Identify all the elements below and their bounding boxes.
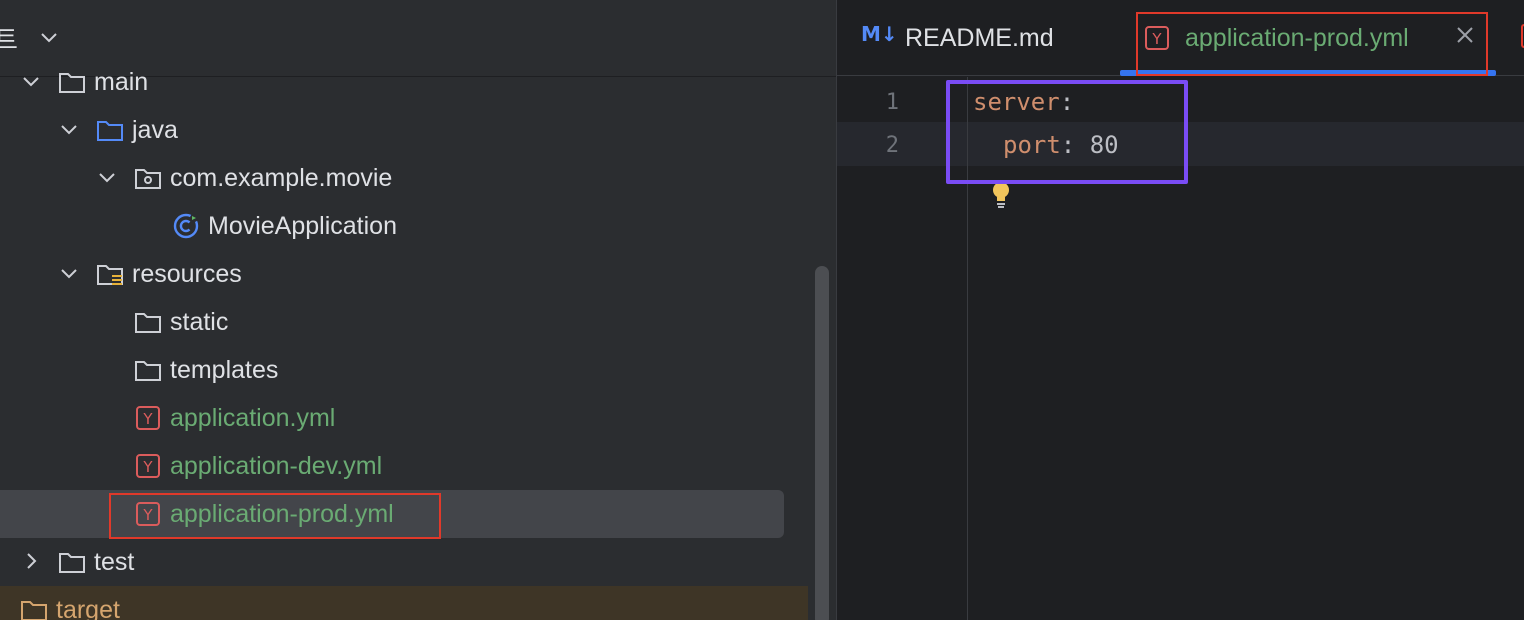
annotation-red-box [1136,12,1488,76]
tree-item-java[interactable]: java [0,106,810,154]
tree-item-application-yml[interactable]: Y application.yml [0,394,810,442]
yaml-file-icon: Y [134,452,162,480]
spring-boot-class-icon [172,212,200,240]
yaml-file-icon: Y [134,404,162,432]
svg-text:Y: Y [142,410,153,428]
tree-item-templates[interactable]: templates [0,346,810,394]
tree-item-label: java [132,116,178,144]
chevron-down-icon[interactable] [58,262,80,289]
tree-item-test[interactable]: test [0,538,810,586]
chevron-down-icon[interactable] [96,166,118,193]
tree-item-label: com.example.movie [170,164,393,192]
tree-item-target[interactable]: target [0,586,810,620]
vertical-scrollbar[interactable] [815,266,829,620]
tree-item-label: target [56,596,120,620]
chevron-down-icon[interactable] [58,118,80,145]
module-folder-icon [58,68,86,96]
tree-item-package[interactable]: com.example.movie [0,154,810,202]
chevron-down-icon[interactable] [38,26,60,53]
folder-icon [58,548,86,576]
tree-item-label: application.yml [170,404,336,432]
package-icon [134,164,162,192]
chevron-right-icon[interactable] [20,550,42,577]
project-panel-title: 트 [0,25,18,55]
annotation-red-box [109,493,441,539]
svg-text:Y: Y [142,458,153,476]
tree-item-label: resources [132,260,242,288]
tree-item-label: MovieApplication [208,212,397,240]
tab-label: README.md [905,24,1054,52]
tree-item-label: templates [170,356,279,384]
tree-item-label: main [94,68,149,96]
tree-item-movie-application[interactable]: MovieApplication [0,202,810,250]
tree-item-label: application-dev.yml [170,452,383,480]
annotation-purple-box [946,80,1188,184]
source-folder-icon [96,116,124,144]
folder-icon [134,356,162,384]
folder-icon [134,308,162,336]
tree-item-label: static [170,308,229,336]
tree-item-application-dev-yml[interactable]: Y application-dev.yml [0,442,810,490]
line-number: 2 [885,133,899,158]
tree-item-main[interactable]: main [0,58,810,106]
line-number: 1 [885,90,899,115]
tree-item-resources[interactable]: resources [0,250,810,298]
resources-folder-icon [96,260,124,288]
excluded-folder-icon [20,596,48,620]
tab-readme[interactable]: M↓ README.md [861,0,1101,76]
markdown-icon: M↓ [861,22,898,46]
tree-item-label: test [94,548,135,576]
project-panel: 트 main java com.example.movie MovieAppli… [0,0,836,620]
chevron-down-icon[interactable] [20,70,42,97]
lightbulb-icon[interactable] [991,180,1011,215]
tree-item-static[interactable]: static [0,298,810,346]
